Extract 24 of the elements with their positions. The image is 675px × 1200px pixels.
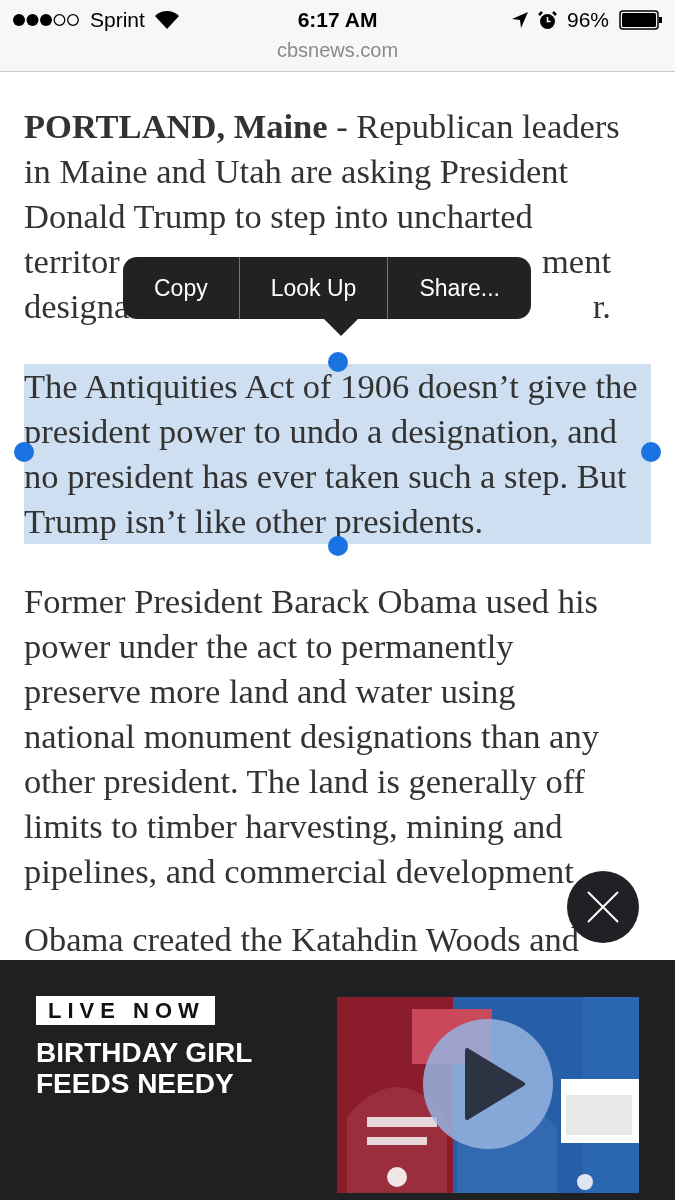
alarm-clock-icon — [537, 10, 557, 30]
text-fragment: territor — [24, 241, 120, 282]
selection-handle[interactable] — [641, 442, 661, 462]
live-badge: LIVE NOW — [36, 996, 215, 1025]
article-line: PORTLAND, Maine - Republican leaders — [24, 106, 621, 147]
menu-item[interactable]: Share... — [387, 257, 531, 319]
carrier-name: Sprint — [90, 8, 145, 32]
headline: BIRTHDAY GIRL FEEDS NEEDY — [36, 1037, 253, 1099]
clock-time: 6:17 AM — [297, 8, 378, 32]
wifi-icon — [154, 11, 179, 29]
article-paragraph: Former President Barack Obama used his power under the act to permanently preserve more land and water using national monument designations than any other president. The land is generally off limits to timber harvesting, mining and pipelines, and commercial development — [24, 581, 600, 892]
location-arrow-icon — [511, 12, 528, 28]
selection-handle[interactable] — [328, 536, 348, 556]
article-line: in Maine and Utah are asking President — [24, 151, 570, 192]
selection-handle[interactable] — [328, 352, 348, 372]
battery-icon — [619, 10, 663, 30]
article-line: Donald Trump to step into uncharted — [24, 196, 534, 237]
close-icon — [587, 891, 619, 923]
play-icon — [463, 1048, 525, 1120]
battery-percent: 96% — [566, 8, 609, 32]
article-paragraph: Obama created the Katahdin Woods and — [24, 919, 581, 959]
signal-icon — [12, 13, 80, 27]
text-fragment: ment — [542, 241, 611, 282]
text-fragment: r. — [592, 286, 611, 327]
